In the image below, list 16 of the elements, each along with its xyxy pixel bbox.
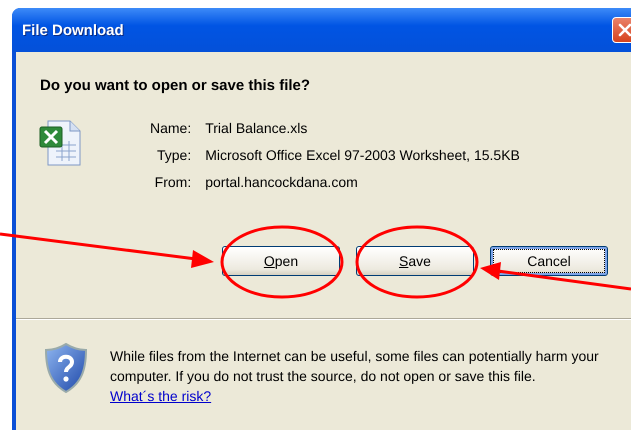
warning-text: While files from the Internet can be useful, some files can potentially harm your computer. If you do not trust the source, do not open or save this file. What´s the risk? [110, 347, 600, 406]
field-value: Microsoft Office Excel 97-2003 Worksheet, 15.5KB [205, 147, 520, 163]
field-label: From: [154, 174, 192, 190]
close-button[interactable] [612, 17, 631, 43]
dialog-button[interactable]: Cancel [490, 246, 608, 276]
dialog-button[interactable]: Save [356, 246, 474, 276]
dialog-button[interactable]: Open [222, 246, 340, 276]
window-title: File Download [22, 22, 124, 38]
field-label: Name: [150, 120, 192, 136]
field-value: Trial Balance.xls [205, 120, 308, 136]
field-label: Type: [156, 147, 192, 163]
shield-question-icon [44, 342, 88, 394]
question-text: Do you want to open or save this file? [39, 76, 312, 94]
risk-link[interactable]: What´s the risk? [110, 388, 212, 404]
close-icon [617, 22, 631, 38]
field-value: portal.hancockdana.com [205, 174, 359, 190]
